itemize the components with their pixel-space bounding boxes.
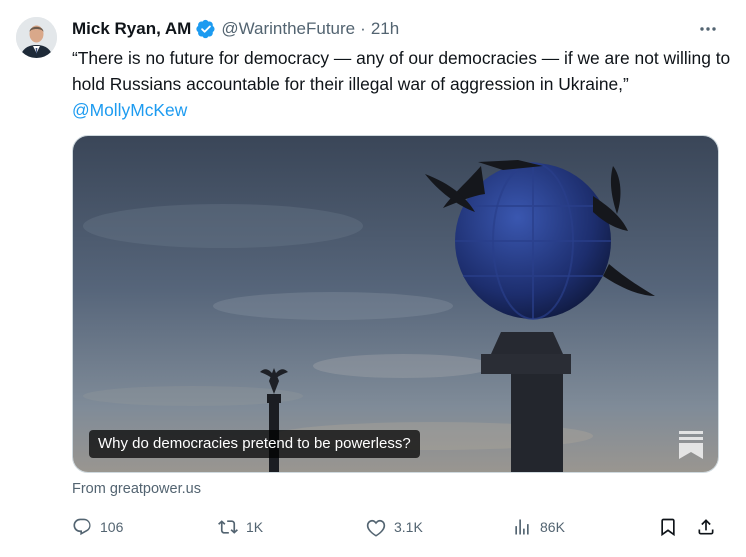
more-icon[interactable]: [696, 17, 720, 41]
share-button[interactable]: [696, 511, 716, 543]
media-image: [73, 136, 718, 472]
tweet-header: Mick Ryan, AM @WarintheFuture · 21h: [72, 17, 726, 41]
tweet-text: “There is no future for democracy — any …: [72, 45, 732, 123]
reply-icon: [73, 518, 91, 536]
media-caption: Why do democracies pretend to be powerle…: [89, 430, 420, 458]
views-button[interactable]: 86K: [512, 511, 565, 543]
share-icon: [698, 519, 714, 535]
author-handle[interactable]: @WarintheFuture: [221, 19, 355, 39]
tweet-body: “There is no future for democracy — any …: [72, 48, 731, 94]
reply-count: 106: [100, 519, 124, 535]
avatar[interactable]: [16, 17, 57, 58]
link-card-media[interactable]: Why do democracies pretend to be powerle…: [72, 135, 719, 473]
views-icon: [515, 519, 529, 535]
reply-button[interactable]: 106: [72, 511, 123, 543]
repost-icon: [218, 520, 238, 534]
action-bar: 106 1K 3.1K 86K: [62, 511, 732, 543]
avatar-image: [16, 17, 57, 58]
like-count: 3.1K: [394, 519, 423, 535]
verified-badge-icon: [196, 19, 216, 39]
repost-count: 1K: [246, 519, 264, 535]
separator-dot: ·: [360, 19, 366, 38]
bookmark-button[interactable]: [658, 511, 678, 543]
views-count: 86K: [540, 519, 565, 535]
tweet[interactable]: Mick Ryan, AM @WarintheFuture · 21h “The…: [0, 0, 746, 557]
mention-link[interactable]: @MollyMcKew: [72, 100, 187, 120]
link-source[interactable]: From greatpower.us: [72, 481, 201, 497]
repost-button[interactable]: 1K: [218, 511, 263, 543]
like-button[interactable]: 3.1K: [366, 511, 423, 543]
tweet-time[interactable]: 21h: [371, 19, 399, 39]
heart-icon: [366, 519, 386, 537]
author-name[interactable]: Mick Ryan, AM: [72, 19, 191, 39]
bookmark-icon: [661, 518, 675, 537]
bookmark-overlay-icon: [678, 430, 704, 460]
